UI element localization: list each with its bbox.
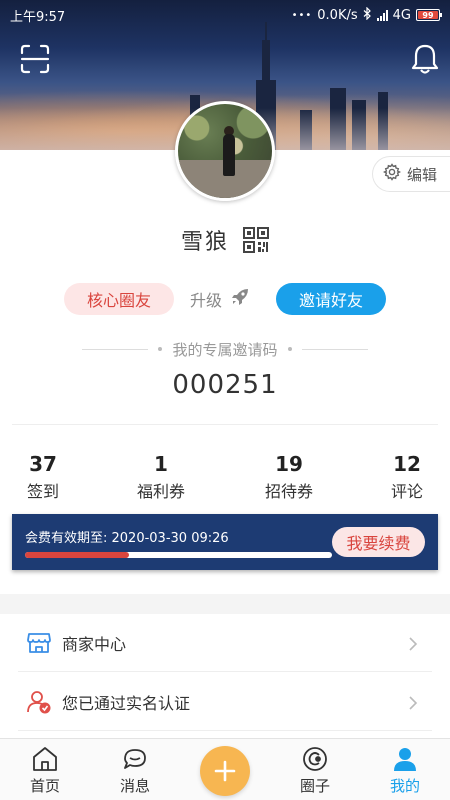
stat-value: 1 bbox=[154, 452, 168, 476]
avatar[interactable] bbox=[175, 101, 275, 201]
divider-dot bbox=[287, 347, 292, 351]
divider-line bbox=[301, 348, 368, 350]
user-icon bbox=[394, 748, 416, 771]
stat-checkin[interactable]: 37 签到 bbox=[0, 452, 88, 502]
section-divider bbox=[12, 424, 438, 425]
badge-row: 核心圈友 升级 邀请好友 bbox=[0, 282, 450, 316]
stat-label: 评论 bbox=[390, 482, 423, 501]
tab-messages[interactable]: 消息 bbox=[90, 743, 180, 800]
plus-icon bbox=[214, 760, 236, 782]
upgrade-button[interactable]: 升级 bbox=[190, 282, 250, 316]
divider-line bbox=[82, 348, 149, 350]
stats-row: 37 签到 1 福利券 19 招待券 12 评论 bbox=[0, 452, 450, 504]
membership-progress-fill bbox=[25, 552, 130, 558]
stat-value: 37 bbox=[29, 452, 57, 476]
status-speed: 0.0K/s bbox=[317, 7, 358, 23]
menu-item-real-name-verified[interactable]: 您已通过实名认证 bbox=[18, 673, 432, 731]
edit-profile-button[interactable]: 编辑 bbox=[372, 156, 450, 192]
tab-circle[interactable]: 圈子 bbox=[270, 743, 360, 800]
menu-item-label: 您已通过实名认证 bbox=[62, 693, 191, 713]
avatar-person bbox=[223, 134, 235, 176]
user-name: 雪狼 bbox=[180, 230, 229, 255]
status-network: 4G bbox=[392, 7, 411, 23]
status-time: 上午9:57 bbox=[10, 9, 66, 25]
membership-progress-track bbox=[25, 552, 332, 558]
membership-expiry: 会费有效期至: 2020-03-30 09:26 bbox=[25, 531, 229, 546]
core-member-badge: 核心圈友 bbox=[64, 283, 174, 315]
menu-item-label: 商家中心 bbox=[62, 634, 127, 654]
name-row: 雪狼 bbox=[0, 222, 450, 258]
stat-label: 签到 bbox=[26, 482, 59, 501]
qr-code-icon[interactable] bbox=[243, 227, 269, 253]
stat-hospitality-coupon[interactable]: 19 招待券 bbox=[244, 452, 334, 502]
verified-user-icon bbox=[26, 689, 52, 715]
stat-comments[interactable]: 12 评论 bbox=[362, 452, 450, 502]
membership-card: 会费有效期至: 2020-03-30 09:26 我要续费 bbox=[12, 514, 438, 570]
renew-button[interactable]: 我要续费 bbox=[332, 527, 425, 557]
stat-value: 19 bbox=[275, 452, 303, 476]
scan-icon[interactable] bbox=[20, 44, 50, 74]
bell-icon[interactable] bbox=[408, 42, 442, 76]
stat-label: 福利券 bbox=[136, 482, 185, 501]
gear-icon bbox=[382, 163, 402, 185]
status-right: ••• 0.0K/s 4G 99 bbox=[291, 6, 442, 24]
invite-code-value: 000251 bbox=[172, 370, 278, 400]
tab-home[interactable]: 首页 bbox=[0, 743, 90, 800]
home-icon bbox=[33, 747, 57, 771]
edit-label: 编辑 bbox=[407, 165, 438, 184]
chevron-right-icon bbox=[406, 695, 420, 710]
stat-label: 招待券 bbox=[264, 482, 313, 501]
tab-label: 圈子 bbox=[299, 777, 330, 795]
stat-value: 12 bbox=[393, 452, 421, 476]
chevron-right-icon bbox=[406, 636, 420, 651]
battery-icon: 99 bbox=[416, 9, 442, 21]
invite-code-header: 我的专属邀请码 bbox=[0, 338, 450, 360]
rocket-icon bbox=[230, 287, 250, 311]
stat-welfare-coupon[interactable]: 1 福利券 bbox=[116, 452, 206, 502]
circle-icon bbox=[303, 747, 327, 771]
section-gap bbox=[0, 594, 450, 614]
store-icon bbox=[26, 630, 52, 656]
invite-code-title: 我的专属邀请码 bbox=[172, 340, 278, 359]
status-bar: 上午9:57 ••• 0.0K/s 4G 99 bbox=[0, 0, 450, 30]
add-button[interactable] bbox=[200, 746, 250, 796]
tab-mine[interactable]: 我的 bbox=[360, 743, 450, 800]
bluetooth-icon bbox=[363, 6, 372, 24]
tab-label: 首页 bbox=[29, 777, 60, 795]
message-icon bbox=[124, 749, 146, 769]
tab-label: 我的 bbox=[389, 777, 420, 795]
invite-friends-button[interactable]: 邀请好友 bbox=[276, 283, 386, 315]
upgrade-label: 升级 bbox=[190, 291, 223, 310]
dots-icon: ••• bbox=[291, 9, 313, 21]
menu-item-merchant-center[interactable]: 商家中心 bbox=[18, 614, 432, 672]
tab-label: 消息 bbox=[119, 777, 150, 795]
signal-icon bbox=[376, 9, 388, 21]
battery-level: 99 bbox=[422, 10, 434, 20]
divider-dot bbox=[158, 347, 163, 351]
